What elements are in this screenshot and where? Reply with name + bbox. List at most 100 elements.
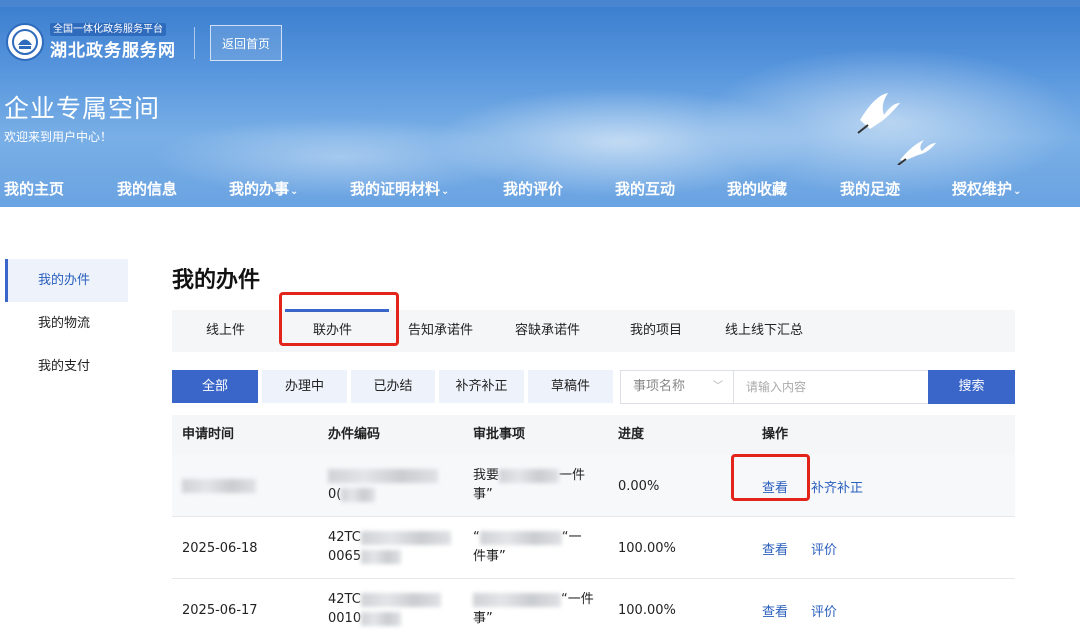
header-divider [194,27,195,59]
filter-draft-button[interactable]: 草稿件 [528,370,613,403]
row-date: 2025-06-17 [182,602,258,618]
column-header-item: 审批事项 [473,427,526,442]
column-header-progress: 进度 [618,427,645,442]
redacted-text [360,530,451,545]
search-field-select[interactable]: 事项名称 ﹀ [620,370,734,404]
crane-birds-illustration [857,93,936,165]
row-code: 42TC 0010 [328,590,463,628]
nav-label: 我的足迹 [840,180,901,198]
return-home-button[interactable]: 返回首页 [210,25,282,61]
highlight-box [279,292,399,346]
redacted-text [361,611,402,626]
nav-item-reviews[interactable]: 我的评价 [503,171,563,207]
supplement-link[interactable]: 补齐补正 [811,455,863,517]
sidebar-item-logistics[interactable]: 我的物流 [5,302,128,345]
item-line: “一件 [561,592,594,607]
welcome-text: 欢迎来到用户中心！ [4,130,113,144]
emblem-icon [12,29,38,55]
item-line: 事” [473,611,493,626]
table-row: 2025-06-18 42TC 0065 ““一 件事” 100.00% 查看 … [172,517,1015,579]
row-progress: 100.00% [618,602,676,618]
site-header: 全国一体化政务服务平台 湖北政务服务网 返回首页 企业专属空间 欢迎来到用户中心… [0,7,1080,207]
nav-label: 我的证明材料 [350,180,441,198]
code-line: 0065 [328,549,362,564]
item-line: 事” [473,487,493,502]
highlight-box [731,454,810,501]
row-date: 2025-06-18 [182,540,258,556]
sidebar: 我的办件 我的物流 我的支付 [5,259,128,388]
code-line: 0( [328,487,342,502]
tab-online[interactable]: 线上件 [206,310,245,352]
redacted-text [328,468,438,483]
nav-item-interactions[interactable]: 我的互动 [615,171,675,207]
code-line: 42TC [328,530,361,545]
row-item: “ “一 件事” [473,528,608,566]
row-progress: 0.00% [618,478,660,494]
item-line: 一件 [559,468,586,483]
row-code: 42TC 0065 [328,528,463,566]
nav-item-favorites[interactable]: 我的收藏 [727,171,787,207]
redacted-text [473,592,561,607]
nav-item-affairs[interactable]: 我的办事⌄ [229,171,300,207]
nav-item-footprints[interactable]: 我的足迹 [840,171,900,207]
search-input[interactable] [733,370,929,404]
nav-label: 我的互动 [615,180,676,198]
redacted-text [360,592,441,607]
top-strip [0,0,1080,7]
column-header-date: 申请时间 [182,427,235,442]
nav-label: 授权维护 [952,180,1013,198]
chevron-down-icon: ⌄ [290,186,299,197]
filter-completed-button[interactable]: 已办结 [351,370,435,403]
nav-label: 我的信息 [117,180,178,198]
column-header-code: 办件编码 [328,427,381,442]
row-item: “一件 事” [473,590,608,628]
search-field-value: 事项名称 [633,379,686,394]
nav-item-info[interactable]: 我的信息 [117,171,177,207]
nav-item-home[interactable]: 我的主页 [4,171,64,207]
table-header: 申请时间 办件编码 审批事项 进度 操作 [172,415,1015,455]
code-line: 0010 [328,611,362,626]
space-title: 企业专属空间 [4,94,161,123]
redacted-text [479,530,562,545]
row-progress: 100.00% [618,540,676,556]
nav-label: 我的收藏 [727,180,788,198]
nav-label: 我的办事 [229,180,290,198]
code-line: 42TC [328,592,361,607]
review-link[interactable]: 评价 [811,579,837,630]
site-logo-icon[interactable] [6,23,44,61]
redacted-text [361,549,402,564]
filter-supplement-button[interactable]: 补齐补正 [439,370,524,403]
filter-in-progress-button[interactable]: 办理中 [262,370,347,403]
row-item: 我要 一件 事” [473,466,608,504]
view-link[interactable]: 查看 [762,579,788,630]
column-header-actions: 操作 [762,427,789,442]
redacted-text [499,468,560,483]
tab-tolerance-commitment[interactable]: 容缺承诺件 [515,310,580,352]
filter-all-button[interactable]: 全部 [172,370,258,403]
sidebar-item-my-cases[interactable]: 我的办件 [5,259,128,302]
nav-item-certificates[interactable]: 我的证明材料⌄ [350,171,449,207]
tab-online-offline-summary[interactable]: 线上线下汇总 [725,310,803,352]
tab-my-projects[interactable]: 我的项目 [630,310,682,352]
tab-notification-commitment[interactable]: 告知承诺件 [408,310,473,352]
redacted-text [182,479,256,493]
search-button[interactable]: 搜索 [928,370,1015,404]
chevron-down-icon: ⌄ [441,186,450,197]
main-nav: 我的主页 我的信息 我的办事⌄ 我的证明材料⌄ 我的评价 我的互动 我的收藏 我… [0,171,1080,207]
platform-name[interactable]: 湖北政务服务网 [50,36,176,61]
redacted-text [341,487,376,502]
chevron-down-icon: ﹀ [713,381,723,392]
item-line: 件事” [473,549,506,564]
chevron-down-icon: ⌄ [1013,186,1022,197]
sidebar-item-payments[interactable]: 我的支付 [5,345,128,388]
item-line: “一 [561,530,582,545]
nav-item-authorization[interactable]: 授权维护⌄ [952,171,1021,207]
page-title: 我的办件 [172,268,261,293]
view-link[interactable]: 查看 [762,517,788,579]
table-row: 0( 我要 一件 事” 0.00% 查看 补齐补正 [172,455,1015,517]
nav-label: 我的主页 [4,180,65,198]
nav-label: 我的评价 [503,180,564,198]
review-link[interactable]: 评价 [811,517,837,579]
item-line: 我要 [473,468,500,483]
item-line: “ [473,530,480,545]
